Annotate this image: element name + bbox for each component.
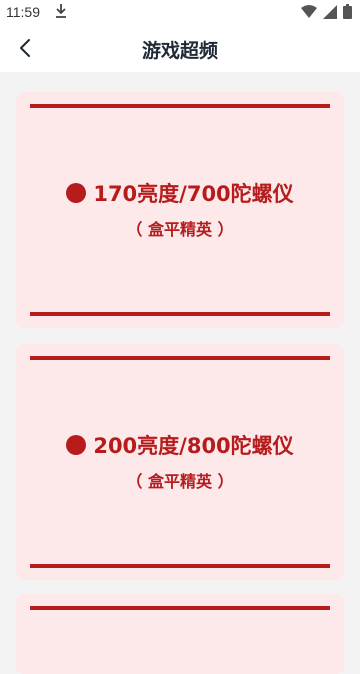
card-title: 170亮度/700陀螺仪	[16, 178, 344, 208]
status-time: 11:59	[6, 4, 40, 20]
battery-icon	[343, 4, 352, 22]
app-bar: 游戏超频	[0, 24, 360, 72]
card-title: 200亮度/800陀螺仪	[16, 430, 344, 460]
wifi-icon	[301, 4, 317, 22]
status-bar: 11:59	[0, 0, 360, 24]
card-subtitle: （ 盒平精英 ）	[126, 220, 234, 239]
status-icons	[301, 4, 352, 22]
card-top-bar	[30, 606, 330, 610]
mode-card[interactable]	[16, 594, 344, 674]
bullet-dot-icon	[66, 435, 87, 455]
card-title-text: 170亮度/700陀螺仪	[93, 182, 294, 206]
card-bottom-bar	[30, 312, 330, 316]
card-title-text: 200亮度/800陀螺仪	[93, 434, 294, 458]
signal-icon	[323, 4, 337, 22]
bullet-dot-icon	[66, 183, 87, 203]
card-top-bar	[30, 356, 330, 360]
card-subtitle: （ 盒平精英 ）	[126, 472, 234, 491]
mode-card[interactable]: 170亮度/700陀螺仪 （ 盒平精英 ）	[16, 92, 344, 328]
download-icon	[55, 3, 67, 22]
mode-card[interactable]: 200亮度/800陀螺仪 （ 盒平精英 ）	[16, 344, 344, 580]
card-bottom-bar	[30, 564, 330, 568]
page-title: 游戏超频	[141, 40, 218, 62]
card-top-bar	[30, 104, 330, 108]
